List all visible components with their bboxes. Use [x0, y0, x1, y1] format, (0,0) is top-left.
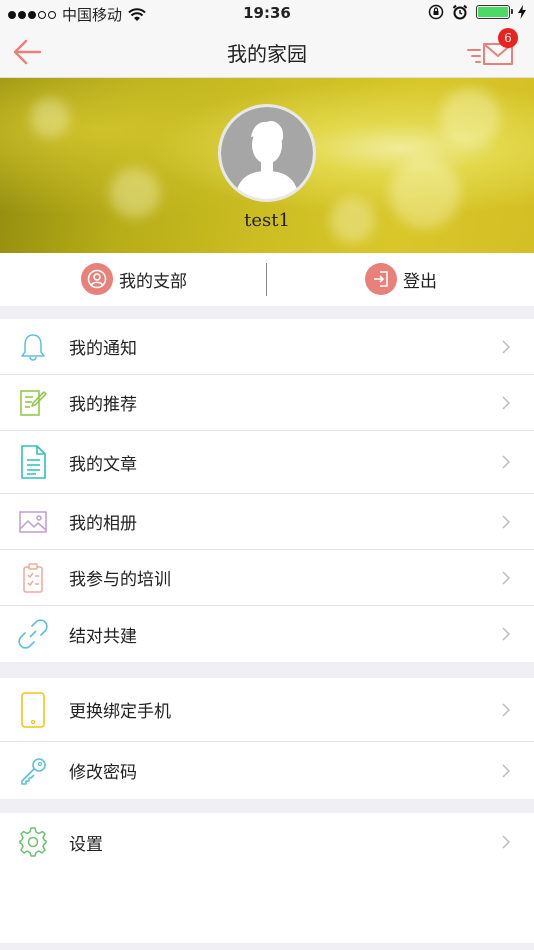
menu-group-settings: 设置 [0, 813, 534, 943]
username: test1 [244, 210, 290, 231]
edit-document-icon [16, 385, 50, 421]
alarm-icon [452, 4, 468, 20]
list-item-pairing[interactable]: 结对共建 [0, 606, 534, 662]
profile-actions: 我的支部 登出 [0, 253, 534, 306]
trainings-label: 我参与的培训 [69, 570, 171, 590]
chevron-right-icon [502, 702, 511, 717]
my-branch-button[interactable]: 我的支部 [81, 263, 187, 295]
link-icon [16, 616, 50, 652]
pairing-label: 结对共建 [69, 626, 137, 647]
logout-button[interactable]: 登出 [365, 263, 437, 295]
settings-label: 设置 [69, 834, 103, 855]
avatar[interactable] [218, 104, 316, 202]
articles-label: 我的文章 [69, 454, 137, 475]
document-icon [16, 444, 50, 480]
list-item-recommendations[interactable]: 我的推荐 [0, 375, 534, 431]
list-item-change-phone[interactable]: 更换绑定手机 [0, 678, 534, 742]
phone-icon [16, 691, 50, 728]
orientation-lock-icon [428, 4, 444, 20]
change-password-label: 修改密码 [69, 763, 137, 783]
menu-group-account: 更换绑定手机 修改密码 [0, 678, 534, 799]
list-item-album[interactable]: 我的相册 [0, 494, 534, 550]
chevron-right-icon [502, 835, 511, 849]
status-right [428, 4, 526, 20]
list-item-change-password[interactable]: 修改密码 [0, 742, 534, 799]
chevron-right-icon [502, 395, 511, 410]
status-bar: 中国移动 19:36 [0, 0, 534, 28]
logout-label: 登出 [403, 271, 437, 292]
page-title: 我的家园 [227, 42, 307, 66]
list-item-trainings[interactable]: 我参与的培训 [0, 550, 534, 606]
user-circle-icon [81, 263, 113, 295]
notifications-label: 我的通知 [69, 339, 137, 359]
change-phone-label: 更换绑定手机 [69, 702, 171, 722]
key-icon [16, 753, 50, 789]
chevron-right-icon [502, 763, 511, 778]
chevron-right-icon [502, 570, 511, 585]
profile-banner: test1 [0, 78, 534, 253]
list-item-notifications[interactable]: 我的通知 [0, 319, 534, 375]
battery-icon [476, 5, 513, 19]
default-avatar-icon [221, 107, 313, 199]
clipboard-check-icon [16, 560, 50, 596]
logout-icon [365, 263, 397, 295]
charging-icon [518, 5, 526, 19]
messages-button[interactable]: 6 [466, 28, 520, 72]
list-item-settings[interactable]: 设置 [0, 813, 534, 871]
list-item-articles[interactable]: 我的文章 [0, 431, 534, 494]
image-icon [16, 504, 50, 540]
chevron-right-icon [502, 339, 511, 354]
navigation-bar: 我的家园 6 [0, 28, 534, 78]
action-divider [266, 263, 267, 296]
recommendations-label: 我的推荐 [69, 395, 137, 415]
chevron-right-icon [502, 627, 511, 641]
unread-badge: 6 [498, 28, 518, 48]
chevron-right-icon [502, 455, 511, 469]
album-label: 我的相册 [69, 514, 137, 534]
bell-icon [16, 329, 50, 365]
gear-icon [16, 824, 50, 860]
my-branch-label: 我的支部 [119, 271, 187, 292]
chevron-right-icon [502, 514, 511, 529]
menu-group-content: 我的通知 我的推荐 我的文章 我的相册 我参与的培训 结对共建 [0, 319, 534, 662]
